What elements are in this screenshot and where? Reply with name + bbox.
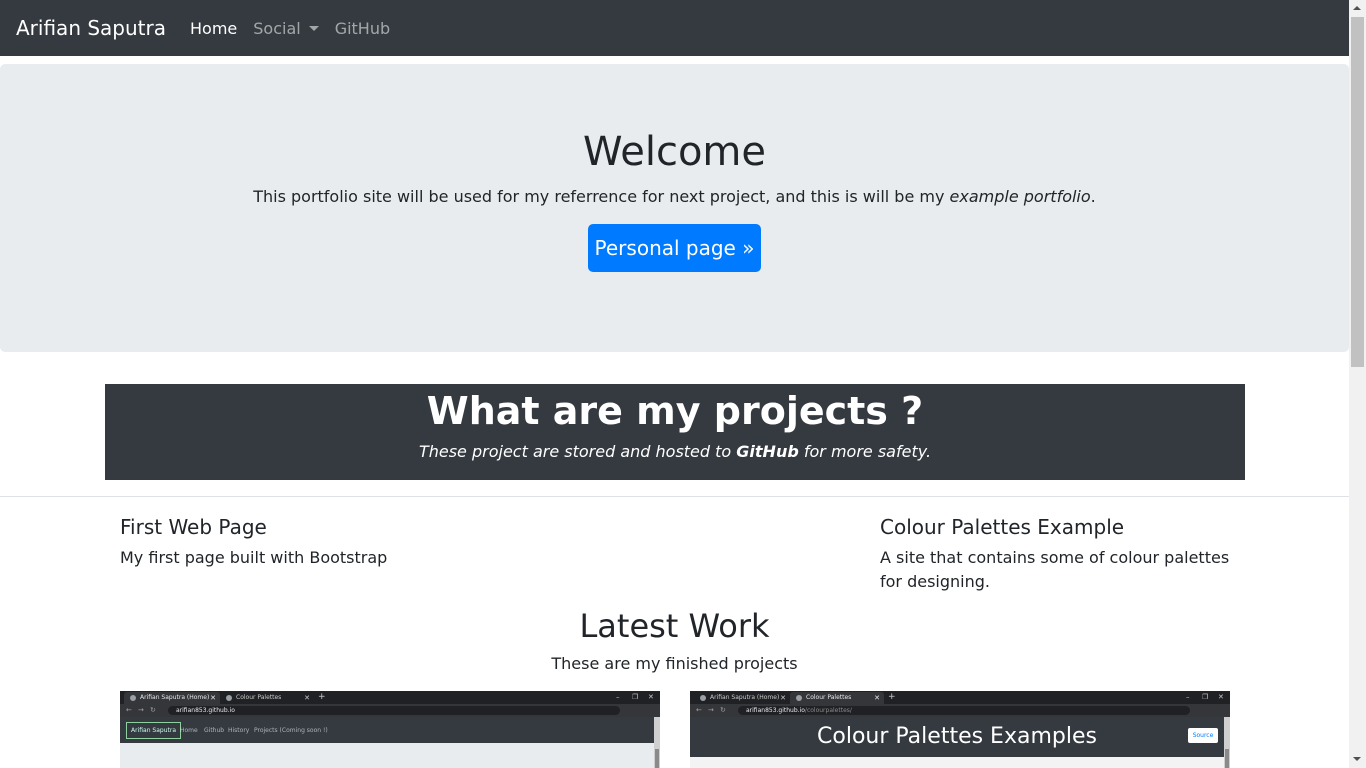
personal-page-button[interactable]: Personal page » [588,224,761,272]
close-icon: ✕ [780,694,786,702]
thumb-page-nav-item: Github [204,727,225,734]
latest-work-thumbnail-2[interactable]: Arifian Saputra (Home) ✕ Colour Palettes… [690,691,1230,768]
latest-work-subtitle: These are my finished projects [551,654,798,673]
new-tab-icon: + [888,692,896,702]
thumb-tab-bar: Arifian Saputra (Home) ✕ Colour Palettes… [690,691,1230,704]
nav-social-label: Social [253,18,301,38]
welcome-lead-suffix: . [1090,187,1096,206]
new-tab-icon: + [318,692,326,702]
nav-github-link[interactable]: GitHub [335,19,390,38]
back-icon: ← [696,706,702,714]
thumb-url: arifian853.github.io/colourpalettes/ [738,706,1190,715]
nav-home-link[interactable]: Home [190,19,237,38]
favicon-icon [700,695,706,701]
maximize-icon: ❐ [632,693,639,701]
close-icon: ✕ [304,694,310,702]
thumb-tab-label: Colour Palettes [806,694,852,701]
project-title: First Web Page [120,515,267,539]
banner-subtitle-suffix: for more safety. [798,442,932,461]
section-divider [0,496,1349,497]
close-icon: ✕ [210,694,216,702]
latest-work-heading: Latest Work [579,607,770,645]
banner-subtitle-prefix: These project are stored and hosted to [418,442,737,461]
thumb-address-bar: ← → ↻ arifian853.github.io/colourpalette… [690,704,1230,717]
scrollbar-thumb[interactable] [1351,17,1364,367]
thumb-tab-bar: Arifian Saputra (Home) ✕ Colour Palettes… [120,691,660,704]
thumb-page-brand: Arifian Saputra [126,722,181,739]
page-scrollbar[interactable] [1349,0,1366,768]
thumb-tab: Colour Palettes ✕ [220,692,314,704]
maximize-icon: ❐ [1202,693,1209,701]
thumb-url-host: arifian853.github.io [176,707,235,714]
window-close-icon: ✕ [648,693,654,701]
favicon-icon [226,695,232,701]
top-navbar: Arifian Saputra Home Social GitHub [0,0,1349,56]
project-title: Colour Palettes Example [880,515,1125,539]
forward-icon: → [138,706,144,714]
thumb-tab: Arifian Saputra (Home) ✕ [124,692,220,704]
thumb-page-heading: Colour Palettes Examples [690,717,1224,757]
forward-icon: → [708,706,714,714]
thumb-url-path: /colourpalettes/ [804,707,852,714]
thumb-page-navbar: Arifian Saputra Home Github History Proj… [120,717,655,743]
thumb-tab-label: Arifian Saputra (Home) [710,694,780,701]
thumb-tab-label: Arifian Saputra (Home) [140,694,210,701]
thumb-scrollbar [654,717,660,768]
thumb-page-nav-item: Projects (Coming soon !) [254,727,328,734]
welcome-lead-text: This portfolio site will be used for my … [253,187,950,206]
project-description: My first page built with Bootstrap [120,548,388,567]
reload-icon: ↻ [150,706,156,714]
project-card-first-web-page: First Web Page My first page built with … [120,514,540,570]
thumb-tab: Colour Palettes ✕ [790,692,884,704]
scroll-down-arrow-icon[interactable] [1349,751,1366,768]
close-icon: ✕ [874,694,880,702]
project-description: A site that contains some of colour pale… [880,548,1230,591]
thumb-scroll-thumb [655,749,659,768]
scroll-up-arrow-icon[interactable] [1349,0,1366,17]
minimize-icon: – [616,693,620,701]
welcome-jumbotron: Welcome This portfolio site will be used… [0,64,1349,352]
thumb-url: arifian853.github.io [168,706,620,715]
thumb-url-host: arifian853.github.io [746,707,805,714]
projects-banner-title: What are my projects ? [426,389,924,433]
welcome-heading: Welcome [583,129,766,175]
thumb-address-bar: ← → ↻ arifian853.github.io [120,704,660,717]
back-icon: ← [126,706,132,714]
thumb-page-nav-item: Home [180,727,198,734]
window-close-icon: ✕ [1218,693,1224,701]
latest-work-thumbnail-1[interactable]: Arifian Saputra (Home) ✕ Colour Palettes… [120,691,660,768]
caret-down-icon [308,25,319,31]
thumb-tab: Arifian Saputra (Home) ✕ [694,692,790,704]
welcome-lead: This portfolio site will be used for my … [0,186,1349,208]
favicon-icon [796,695,802,701]
favicon-icon [130,695,136,701]
nav-social-dropdown[interactable]: Social [253,18,319,38]
projects-banner-subtitle: These project are stored and hosted to G… [105,441,1245,463]
project-card-colour-palettes: Colour Palettes Example A site that cont… [880,514,1230,594]
thumb-page-body [690,757,1224,768]
navbar-brand[interactable]: Arifian Saputra [16,16,166,40]
reload-icon: ↻ [720,706,726,714]
thumb-scrollbar [1224,717,1230,768]
thumb-scroll-thumb [1225,749,1229,768]
projects-banner: What are my projects ? These project are… [105,384,1245,480]
welcome-lead-emphasis: example portfolio [949,187,1091,206]
thumb-tab-label: Colour Palettes [236,694,282,701]
thumb-source-button: Source [1188,728,1218,743]
minimize-icon: – [1186,693,1190,701]
banner-subtitle-github: GitHub [736,442,799,461]
thumb-page: Arifian Saputra Home Github History Proj… [120,717,655,768]
thumb-page-nav-item: History [228,727,250,734]
